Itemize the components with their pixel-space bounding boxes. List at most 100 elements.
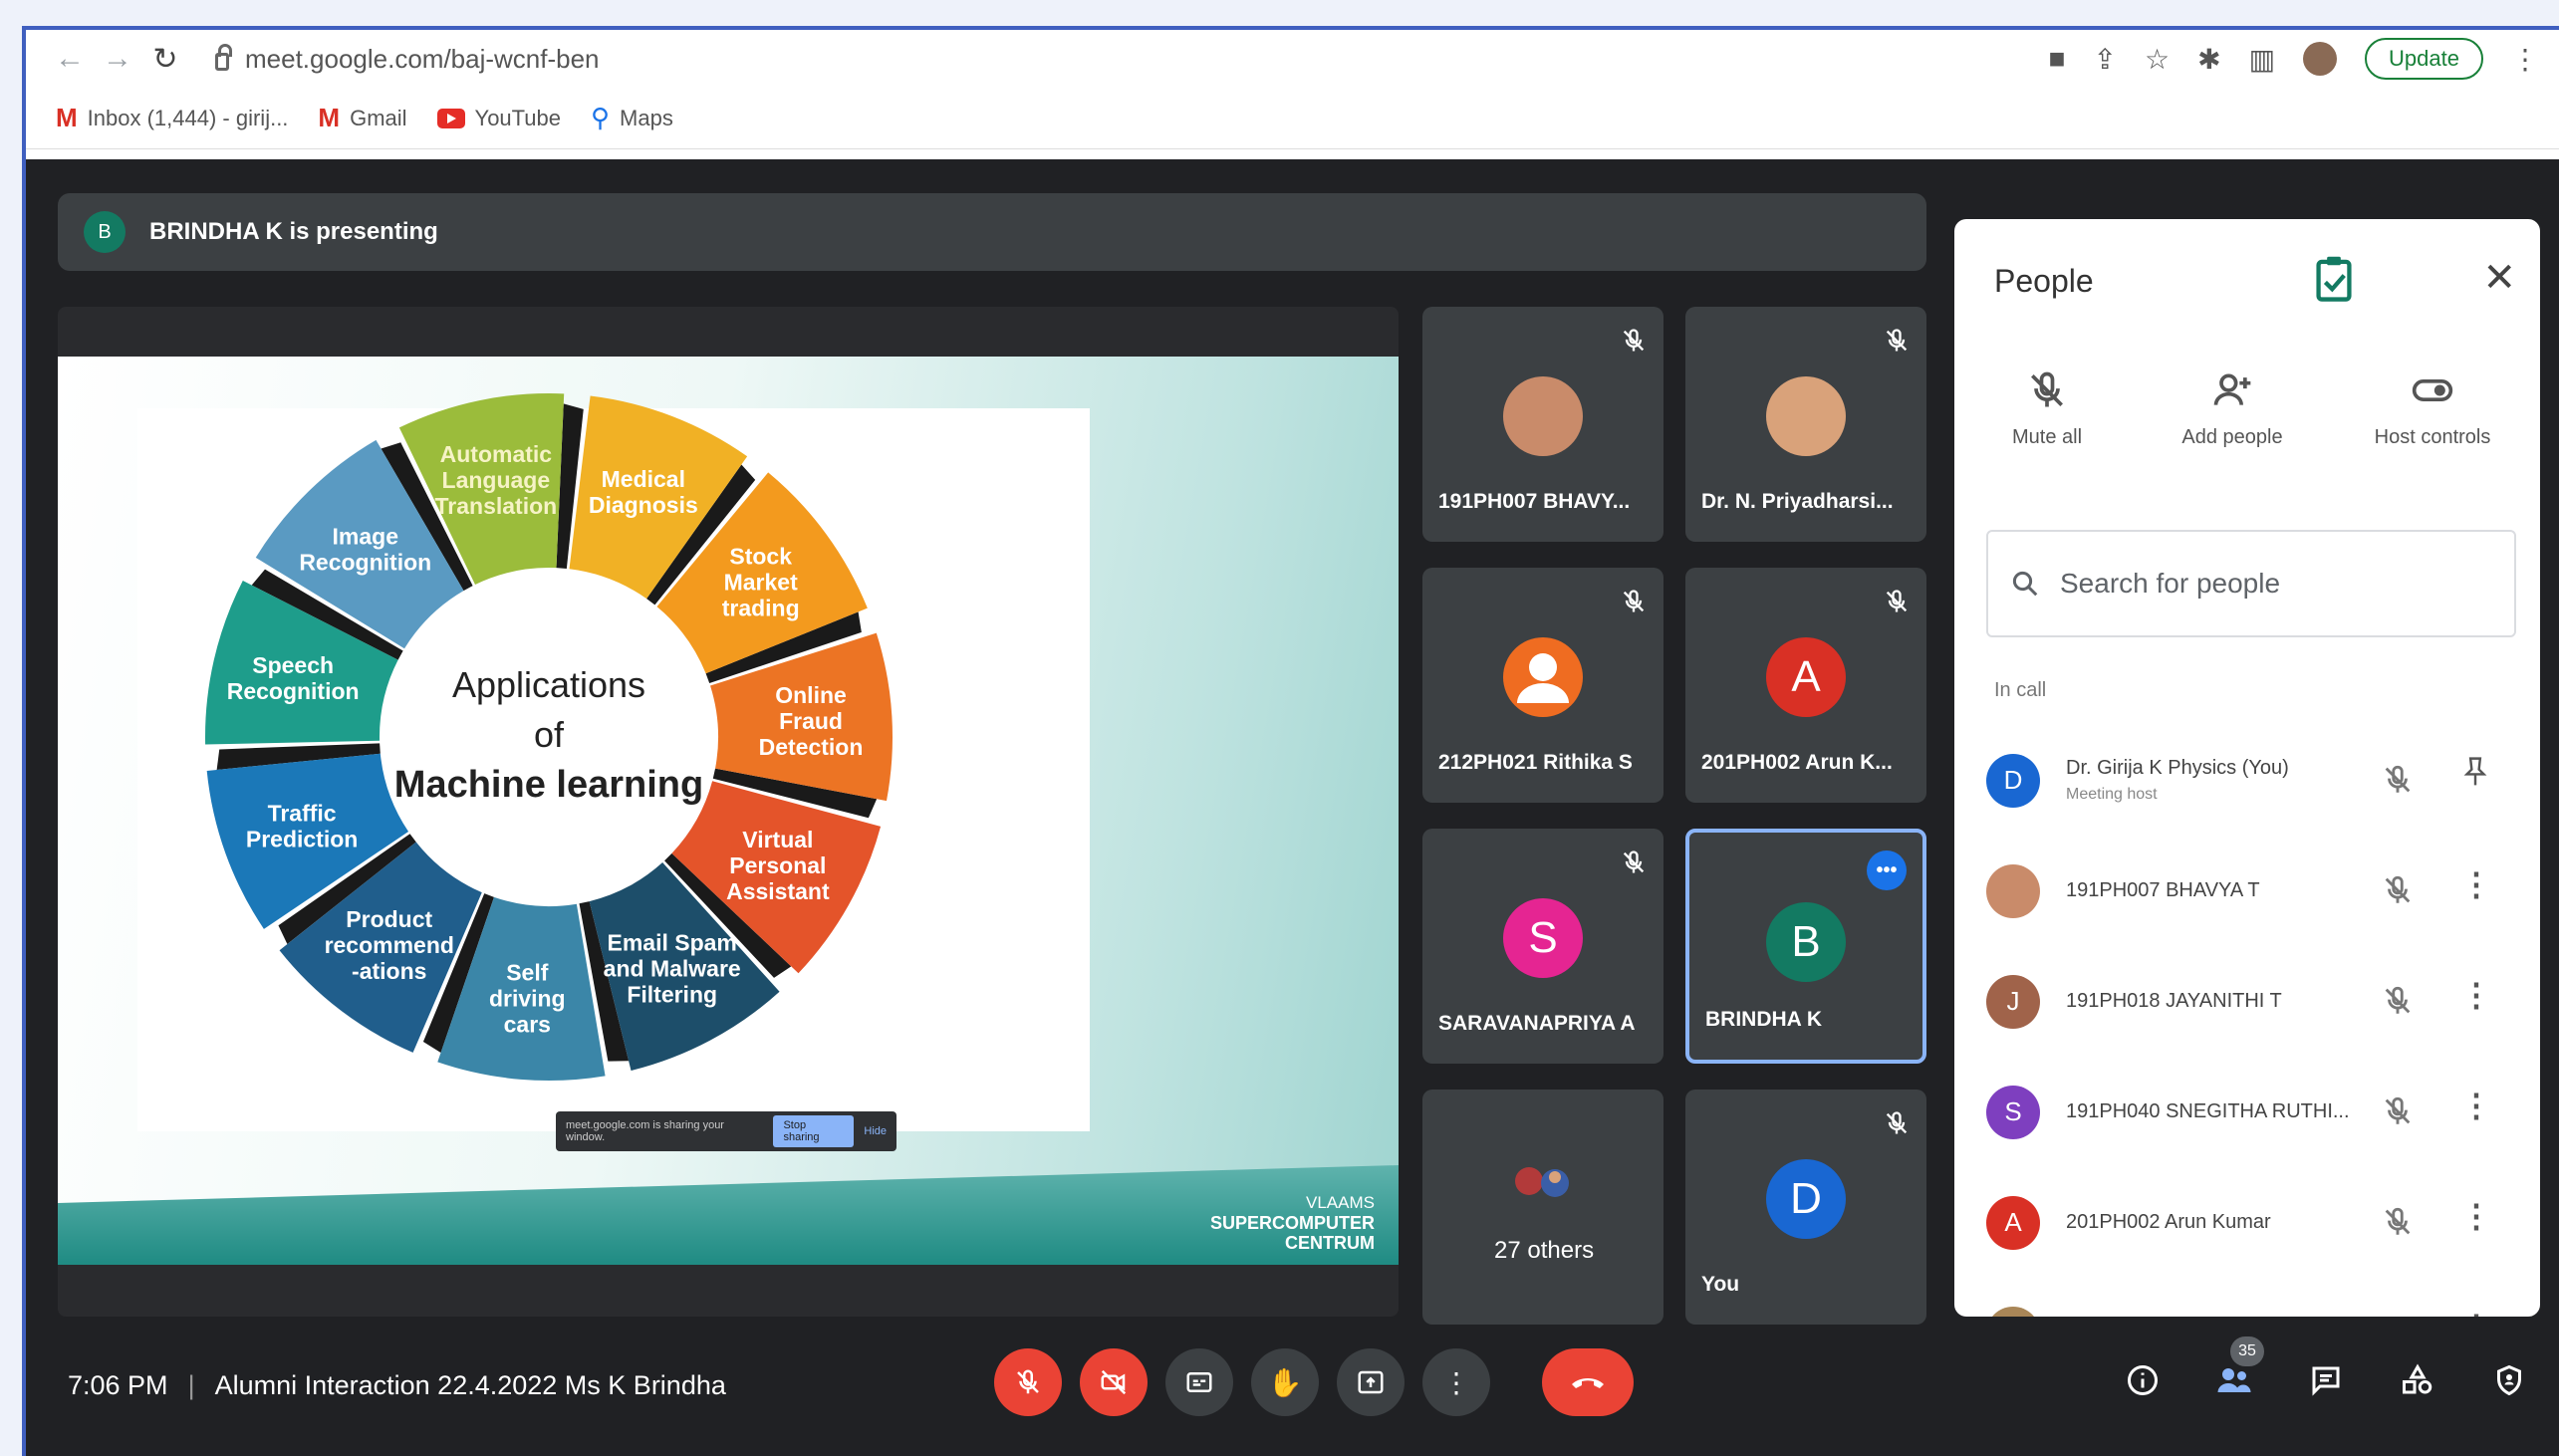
watermark-line: VLAAMS bbox=[1306, 1193, 1375, 1212]
kebab-icon[interactable]: ⋮ bbox=[2460, 865, 2492, 903]
participant-tile[interactable]: 212PH021 Rithika S bbox=[1422, 568, 1663, 803]
address-bar[interactable]: meet.google.com/baj-wcnf-ben bbox=[215, 44, 600, 75]
close-icon[interactable]: ✕ bbox=[2482, 255, 2516, 301]
call-controls: ✋ ⋮ bbox=[994, 1348, 1634, 1416]
browser-actions: ■ ⇪ ☆ ✱ ▥ Update ⋮ bbox=[2049, 38, 2539, 80]
separator: | bbox=[187, 1370, 195, 1400]
kebab-icon: ⋮ bbox=[1442, 1366, 1470, 1398]
present-button[interactable] bbox=[1337, 1348, 1405, 1416]
attendance-check-icon[interactable] bbox=[2313, 255, 2355, 303]
activities-icon bbox=[2403, 1363, 2432, 1394]
mic-off-icon[interactable] bbox=[2381, 984, 2415, 1018]
participant-tile-active[interactable]: ••• B BRINDHA K bbox=[1685, 829, 1926, 1064]
participant-photo bbox=[1766, 376, 1846, 456]
participant-row[interactable]: 191PH007 BHAVYA T ⋮ bbox=[1954, 836, 2540, 946]
action-label: Add people bbox=[2181, 426, 2283, 448]
kebab-icon[interactable]: ⋮ bbox=[2460, 976, 2492, 1014]
activities-button[interactable] bbox=[2394, 1356, 2441, 1404]
participant-name: Dr. Girija K Physics (You) bbox=[2066, 757, 2289, 779]
wheel-segment-label: Automatic Language Translation bbox=[435, 441, 558, 519]
mic-off-icon[interactable] bbox=[2381, 1205, 2415, 1239]
forward-icon[interactable]: → bbox=[94, 35, 141, 83]
participant-tile[interactable]: S SARAVANAPRIYA A bbox=[1422, 829, 1663, 1064]
meeting-info: 7:06 PM | Alumni Interaction 22.4.2022 M… bbox=[68, 1370, 726, 1401]
slide-watermark: VLAAMS SUPERCOMPUTER CENTRUM bbox=[1210, 1193, 1375, 1253]
wheel-segment-label: Medical Diagnosis bbox=[589, 466, 698, 518]
mute-all-button[interactable]: Mute all bbox=[1954, 368, 2140, 449]
participant-count-badge: 35 bbox=[2230, 1336, 2264, 1366]
add-people-button[interactable]: Add people bbox=[2140, 368, 2325, 449]
camera-icon[interactable]: ■ bbox=[2049, 43, 2066, 75]
extensions-icon[interactable]: ✱ bbox=[2197, 43, 2220, 76]
star-icon[interactable]: ☆ bbox=[2145, 43, 2170, 76]
people-button[interactable]: 35 bbox=[2210, 1336, 2264, 1404]
stop-sharing-button[interactable]: Stop sharing bbox=[773, 1115, 855, 1147]
mic-off-icon bbox=[2031, 371, 2063, 407]
ml-applications-wheel: Automatic Language Translation Medical Diagn… bbox=[205, 393, 894, 1081]
participant-avatar: S bbox=[1986, 1085, 2040, 1139]
pin-icon[interactable] bbox=[2460, 755, 2490, 797]
reload-icon[interactable]: ↻ bbox=[141, 35, 189, 83]
back-icon[interactable]: ← bbox=[46, 35, 94, 83]
participant-name: 191PH040 SNEGITHA RUTHI... bbox=[2066, 1100, 2350, 1122]
update-button[interactable]: Update bbox=[2365, 38, 2483, 80]
participant-row[interactable]: J 191PH018 JAYANITHI T ⋮ bbox=[1954, 946, 2540, 1057]
kebab-icon[interactable]: ⋮ bbox=[2460, 1087, 2492, 1124]
sharing-notice-bar: meet.google.com is sharing your window. … bbox=[556, 1111, 896, 1151]
group-avatars-icon bbox=[1503, 1147, 1583, 1227]
profile-avatar[interactable] bbox=[2303, 42, 2338, 76]
camera-toggle-button[interactable] bbox=[1080, 1348, 1148, 1416]
browser-toolbar: ← → ↻ meet.google.com/baj-wcnf-ben ■ ⇪ ☆… bbox=[26, 30, 2559, 88]
mic-off-icon[interactable] bbox=[2381, 1094, 2415, 1128]
mic-off-icon[interactable] bbox=[2381, 873, 2415, 907]
raise-hand-button[interactable]: ✋ bbox=[1251, 1348, 1319, 1416]
mic-off-icon[interactable] bbox=[2381, 763, 2415, 797]
participant-list: D Dr. Girija K Physics (You) Meeting host 1… bbox=[1954, 725, 2540, 1317]
chat-button[interactable] bbox=[2302, 1356, 2350, 1404]
side-panel-controls: 35 bbox=[2119, 1336, 2533, 1404]
chat-icon bbox=[2312, 1366, 2340, 1396]
hand-icon: ✋ bbox=[1267, 1366, 1303, 1398]
participant-name: 191PH018 JAYANITHI T bbox=[2066, 990, 2282, 1012]
share-icon[interactable]: ⇪ bbox=[2094, 43, 2117, 76]
host-controls-button[interactable]: Host controls bbox=[2325, 368, 2540, 449]
participant-row[interactable]: A 201PH002 Arun Kumar ⋮ bbox=[1954, 1167, 2540, 1278]
others-tile[interactable]: 27 others bbox=[1422, 1090, 1663, 1325]
participant-tile[interactable]: Dr. N. Priyadharsi... bbox=[1685, 307, 1926, 542]
kebab-icon[interactable]: ⋮ bbox=[2460, 1197, 2492, 1235]
participant-row[interactable]: D Dr. Girija K Physics (You) Meeting host bbox=[1954, 725, 2540, 836]
participant-tile[interactable]: A 201PH002 Arun K... bbox=[1685, 568, 1926, 803]
bookmark-inbox[interactable]: M Inbox (1,444) - girij... bbox=[56, 103, 288, 133]
participant-names: 191PH040 SNEGITHA RUTHI... bbox=[2066, 1100, 2375, 1123]
leave-call-button[interactable] bbox=[1542, 1348, 1634, 1416]
participant-names: Dr. Girija K Physics (You) Meeting host bbox=[2066, 757, 2375, 804]
people-actions: Mute all Add people Host controls bbox=[1954, 368, 2540, 449]
bookmark-maps[interactable]: ⚲ Maps bbox=[591, 103, 673, 133]
participant-avatar: A bbox=[1986, 1195, 2040, 1250]
participant-row[interactable]: 201PH007 KARTHIKSHRIRA...⋮ bbox=[1954, 1278, 2540, 1317]
kebab-icon[interactable]: ⋮ bbox=[2460, 1308, 2492, 1317]
participant-name: 212PH021 Rithika S bbox=[1438, 751, 1633, 774]
hide-button[interactable]: Hide bbox=[864, 1125, 887, 1137]
bookmark-youtube[interactable]: YouTube bbox=[436, 106, 561, 131]
self-tile[interactable]: D You bbox=[1685, 1090, 1926, 1325]
more-options-icon[interactable]: ••• bbox=[1867, 850, 1907, 890]
bookmark-label: Gmail bbox=[350, 105, 407, 130]
bookmark-gmail[interactable]: M Gmail bbox=[318, 103, 406, 133]
captions-button[interactable] bbox=[1165, 1348, 1233, 1416]
participant-names: 191PH007 BHAVYA T bbox=[2066, 879, 2375, 902]
presentation-stage[interactable]: Automatic Language Translation Medical Diagn… bbox=[58, 307, 1399, 1317]
menu-kebab-icon[interactable]: ⋮ bbox=[2511, 43, 2539, 76]
participant-row[interactable]: S 191PH040 SNEGITHA RUTHI... ⋮ bbox=[1954, 1057, 2540, 1167]
microphone-toggle-button[interactable] bbox=[994, 1348, 1062, 1416]
participant-tile[interactable]: 191PH007 BHAVY... bbox=[1422, 307, 1663, 542]
hang-up-icon bbox=[1572, 1378, 1604, 1388]
meeting-details-button[interactable] bbox=[2119, 1356, 2167, 1404]
host-controls-shield-button[interactable] bbox=[2485, 1356, 2533, 1404]
search-people-field[interactable]: Search for people bbox=[1986, 530, 2516, 637]
sidepanel-icon[interactable]: ▥ bbox=[2249, 43, 2275, 76]
participant-names: 201PH002 Arun Kumar bbox=[2066, 1211, 2375, 1234]
meeting-controls-bar: 7:06 PM | Alumni Interaction 22.4.2022 M… bbox=[26, 1317, 2559, 1456]
meeting-title: Alumni Interaction 22.4.2022 Ms K Brindh… bbox=[214, 1370, 726, 1400]
more-options-button[interactable]: ⋮ bbox=[1422, 1348, 1490, 1416]
